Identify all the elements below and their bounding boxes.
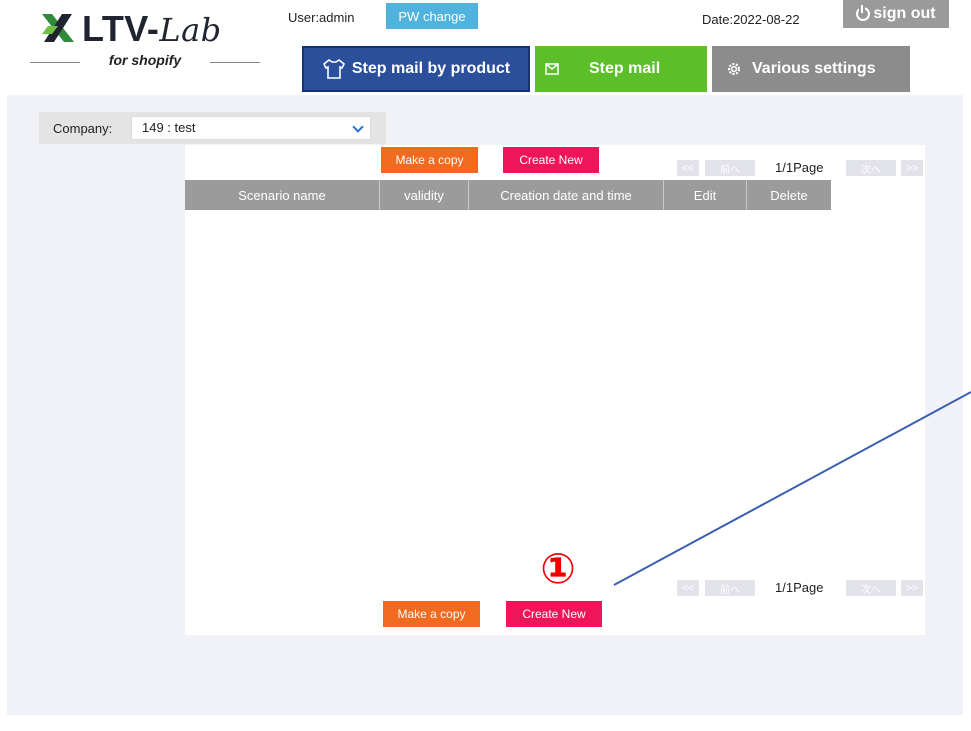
annotation-line bbox=[613, 391, 971, 586]
make-copy-button-bottom[interactable]: Make a copy bbox=[383, 601, 480, 627]
pager-prev-bottom[interactable]: 前へ bbox=[705, 580, 755, 596]
pager-last-bottom[interactable]: >> bbox=[901, 580, 923, 596]
create-new-button-bottom[interactable]: Create New bbox=[506, 601, 602, 627]
annotation-overlay bbox=[613, 391, 971, 586]
pager-next-bottom[interactable]: 次へ bbox=[846, 580, 896, 596]
pager-status-bottom: 1/1Page bbox=[775, 580, 824, 595]
pager-first-bottom[interactable]: << bbox=[677, 580, 699, 596]
annotation-marker: ① bbox=[540, 543, 576, 593]
